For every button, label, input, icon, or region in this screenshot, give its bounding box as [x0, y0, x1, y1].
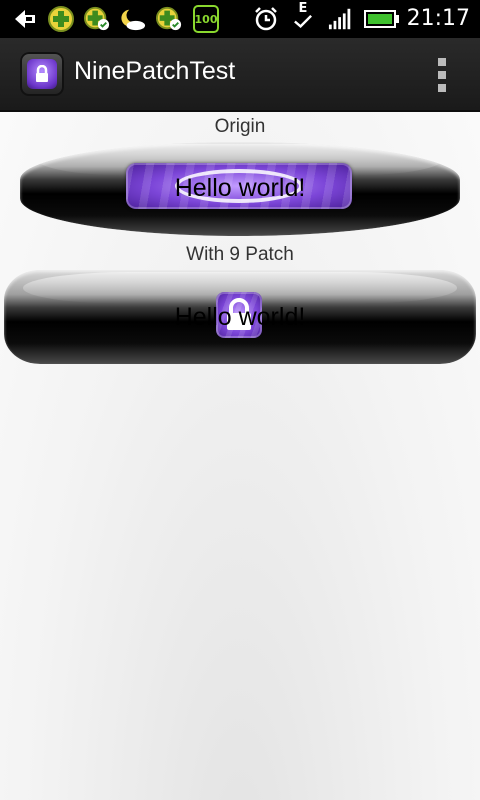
app-title: NinePatchTest [74, 57, 236, 85]
shield-check-icon [156, 6, 182, 32]
origin-button[interactable]: Hello world! [20, 142, 460, 236]
weather-moon-icon [120, 6, 146, 32]
ninepatch-button[interactable]: Hello world! [4, 270, 476, 364]
signal-icon [328, 6, 354, 32]
status-time: 21:17 [406, 6, 470, 31]
origin-button-text: Hello world! [174, 174, 306, 202]
shield-plus-icon [48, 6, 74, 32]
action-bar: NinePatchTest [0, 38, 480, 112]
overflow-menu-icon[interactable] [436, 58, 448, 92]
battery-saver-badge: 100 [192, 5, 220, 33]
ninepatch-button-text: Hello world! [174, 303, 306, 331]
alarm-icon [253, 6, 279, 32]
ninepatch-label: With 9 Patch [186, 244, 294, 265]
battery-icon [364, 6, 400, 32]
network-type-label: E [298, 1, 308, 16]
lock-icon [27, 59, 57, 89]
main-content: Origin Hello world! With 9 Patch Hello w… [0, 112, 480, 800]
status-bar: 100 E 21:17 [0, 0, 480, 38]
shield-check-icon [84, 6, 110, 32]
app-icon[interactable] [20, 52, 64, 96]
origin-label: Origin [214, 116, 266, 137]
network-e-icon: E [290, 2, 316, 28]
battery-saver-icon: 100 [192, 5, 220, 33]
back-arrow-icon [12, 6, 38, 32]
